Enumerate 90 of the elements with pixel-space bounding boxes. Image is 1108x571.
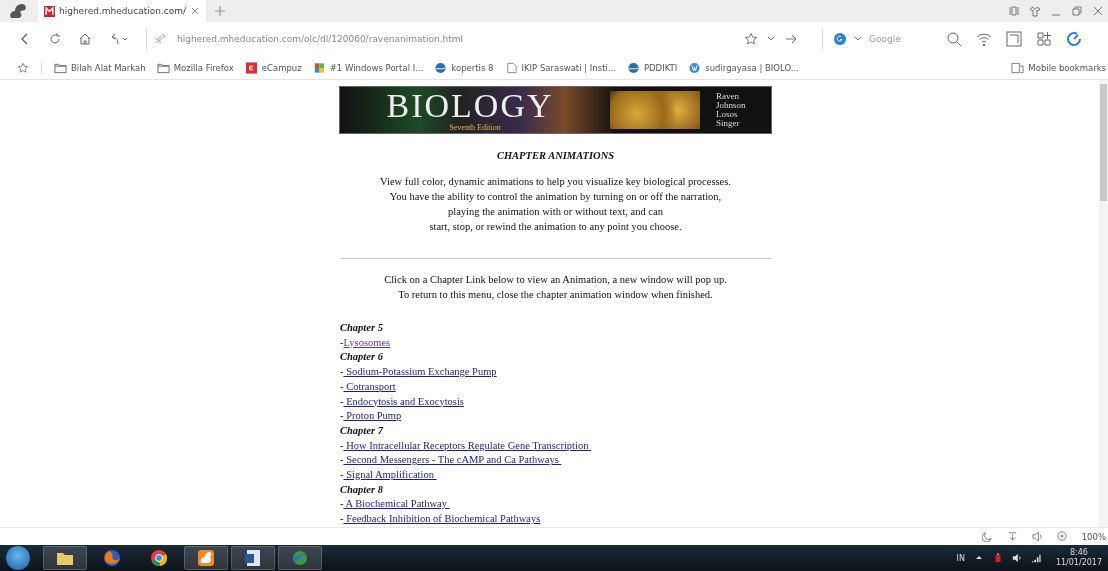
- animation-link[interactable]: Proton Pump: [343, 410, 402, 422]
- reload-icon[interactable]: [48, 32, 62, 46]
- dash-text: -: [340, 513, 344, 525]
- animation-link[interactable]: Endocytosis and Exocytosis: [343, 395, 464, 407]
- moon-icon[interactable]: [981, 531, 993, 542]
- dash-text: -: [340, 439, 344, 451]
- clock-date[interactable]: 11/01/2017: [1055, 558, 1102, 568]
- signal-icon[interactable]: [1030, 553, 1041, 563]
- animation-link[interactable]: Lysosomes: [343, 336, 391, 348]
- windows-logo-icon: [312, 61, 326, 74]
- chapter-title: Chapter 8: [340, 482, 384, 497]
- page-heading: CHAPTER ANIMATIONS: [496, 150, 615, 161]
- bookmark-label[interactable]: sudirgayasa | BIOLO...: [705, 62, 799, 73]
- close-icon[interactable]: [1092, 5, 1104, 17]
- speed-icon[interactable]: [1066, 31, 1082, 47]
- bookmark-label[interactable]: IKIP Saraswati | Insti...: [521, 62, 616, 73]
- dash-text: -: [340, 469, 344, 481]
- author-name: Losos: [716, 110, 739, 119]
- dash-text: -: [340, 336, 344, 348]
- folder-icon: [54, 61, 67, 74]
- dash-text: -: [340, 395, 344, 407]
- animation-link[interactable]: Signal Amplification: [343, 469, 437, 481]
- search-field[interactable]: Google: [869, 34, 923, 44]
- apps-icon[interactable]: [1036, 31, 1052, 47]
- browser-tab[interactable]: highered.mheducation.com/: [38, 0, 206, 22]
- clock-time[interactable]: 8:46: [1069, 548, 1088, 558]
- address-bar[interactable]: highered.mheducation.com/olc/dl/120060/ravenanimation.html: [146, 28, 806, 50]
- dash-text: -: [340, 410, 344, 422]
- language-indicator[interactable]: IN: [956, 553, 965, 563]
- bookmark-label[interactable]: Bilah Alat Markah: [71, 62, 146, 73]
- animation-link[interactable]: A Biochemical Pathway: [343, 498, 450, 510]
- squirrel-taskbar-icon[interactable]: [184, 546, 228, 570]
- sidebar-icon[interactable]: [1008, 5, 1020, 17]
- download-icon[interactable]: [1006, 531, 1018, 542]
- globe-taskbar-icon[interactable]: [278, 546, 322, 570]
- tab-title[interactable]: highered.mheducation.com/: [59, 6, 186, 16]
- star-icon[interactable]: [17, 61, 29, 74]
- home-icon[interactable]: [78, 32, 92, 46]
- author-name: Singer: [716, 119, 741, 128]
- bookmark-label[interactable]: #1 Windows Portal I...: [329, 62, 424, 73]
- screenshot-icon[interactable]: [1006, 31, 1022, 47]
- url-text: highered.mheducation.com/olc/dl/120060/ravenanimation.html: [177, 34, 465, 44]
- star-icon[interactable]: [744, 32, 758, 46]
- dash-text: -: [340, 366, 344, 378]
- animation-link[interactable]: Cotransport: [343, 380, 396, 392]
- start-button[interactable]: [6, 546, 30, 570]
- site-favicon: [44, 5, 55, 17]
- bookmark-label[interactable]: PDDIKTI: [643, 62, 678, 73]
- dash-text: -: [340, 498, 344, 510]
- author-name: Raven: [716, 92, 740, 101]
- search-engine-icon[interactable]: [833, 32, 847, 46]
- instruction-text: Click on a Chapter Link below to view an Animation, a new window will pop up.: [384, 273, 727, 287]
- bookmark-label[interactable]: Mozilla Firefox: [173, 62, 234, 73]
- bookmark-label[interactable]: kopertis 8: [451, 62, 494, 73]
- chapter-title: Chapter 7: [340, 423, 385, 438]
- page-icon: [504, 61, 518, 74]
- chapter-title: Chapter 6: [340, 350, 384, 365]
- chapter-title: Chapter 5: [340, 321, 384, 335]
- phone-bookmark-icon: [1011, 61, 1025, 74]
- mobile-bookmarks-link[interactable]: Mobile bookmarks: [1028, 62, 1106, 73]
- banner-edition: Seventh Edition: [449, 122, 501, 132]
- zoom-icon[interactable]: [1056, 531, 1068, 542]
- author-name: Johnson: [716, 101, 746, 110]
- restore-icon[interactable]: [1071, 5, 1083, 17]
- wifi-icon[interactable]: [976, 31, 992, 47]
- speaker-icon[interactable]: [1011, 553, 1022, 563]
- instruction-text: To return to this menu, close the chapter animation window when finished.: [398, 288, 713, 302]
- intro-text: You have the ability to control the animation by turning on or off the narration,: [389, 190, 722, 204]
- intro-text: playing the animation with or without text, and can: [448, 205, 663, 219]
- search-icon[interactable]: [946, 31, 962, 47]
- bookmark-label[interactable]: eCampuz: [261, 62, 302, 73]
- dash-text: -: [340, 380, 344, 392]
- arrow-right-icon[interactable]: [784, 32, 798, 46]
- wordpress-logo-icon: [688, 61, 702, 74]
- folder-icon: [156, 61, 170, 74]
- zoom-level[interactable]: 100%: [1081, 531, 1106, 542]
- letter-e-icon: [244, 61, 258, 74]
- document-taskbar-icon[interactable]: [231, 546, 275, 570]
- close-icon[interactable]: [190, 6, 200, 16]
- banner-title: BIOLOGY: [386, 88, 554, 123]
- animation-link[interactable]: How Intracellular Receptors Regulate Gene Transcription: [343, 439, 592, 451]
- folder-taskbar-icon[interactable]: [43, 546, 87, 570]
- dash-text: -: [340, 454, 344, 466]
- shirt-icon[interactable]: [1029, 5, 1041, 17]
- animation-link[interactable]: Sodium-Potassium Exchange Pump: [343, 366, 497, 378]
- intro-text: View full color, dynamic animations to help you visualize key biological processes.: [380, 175, 731, 189]
- animation-link[interactable]: Feedback Inhibition of Biochemical Pathways: [343, 513, 541, 525]
- animation-link[interactable]: Second Messengers - The cAMP and Ca Pathways: [343, 454, 562, 466]
- intro-text: start, stop, or rewind the animation to any point you choose.: [429, 220, 682, 234]
- scrollbar-thumb[interactable]: [1100, 84, 1107, 201]
